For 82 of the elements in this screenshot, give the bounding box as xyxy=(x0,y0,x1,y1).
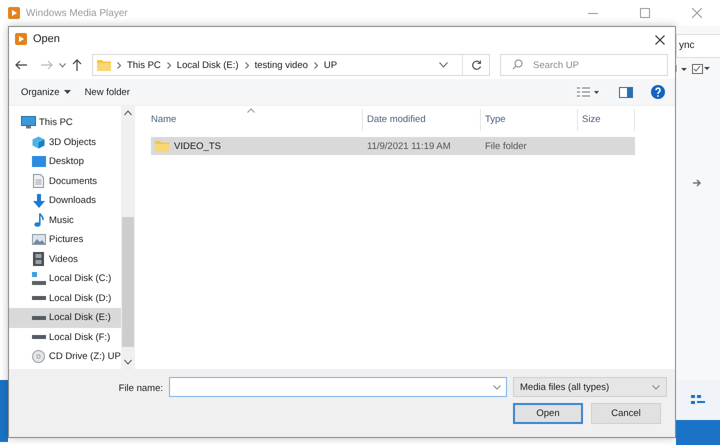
desktop-icon xyxy=(32,156,46,168)
open-button[interactable]: Open xyxy=(513,403,583,424)
drive-icon xyxy=(32,272,46,286)
nav-item[interactable]: This PC xyxy=(9,113,121,132)
nav-item[interactable]: Downloads xyxy=(9,191,121,210)
new-folder-button[interactable]: New folder xyxy=(82,84,132,100)
checkbox-menu-icon[interactable] xyxy=(692,64,710,74)
breadcrumb[interactable]: UP xyxy=(324,60,338,70)
scrollbar-thumb[interactable] xyxy=(122,217,134,347)
film-icon xyxy=(33,252,44,266)
view-options-icon[interactable] xyxy=(577,87,599,97)
refresh-icon[interactable] xyxy=(470,60,482,70)
file-name-field[interactable] xyxy=(169,377,507,397)
close-icon[interactable] xyxy=(692,8,702,18)
disc-icon xyxy=(32,350,45,364)
file-name-label: File name: xyxy=(118,382,163,394)
type-cell-text: File folder xyxy=(484,140,528,152)
list-options-icon[interactable] xyxy=(691,395,705,405)
chevron-down-icon xyxy=(652,384,660,390)
address-bar[interactable]: This PC Local Disk (E:) testing video UP xyxy=(92,54,490,76)
app-icon xyxy=(15,33,27,45)
pictures-icon xyxy=(32,234,46,246)
scroll-down-icon[interactable] xyxy=(124,359,132,365)
document-icon xyxy=(33,174,44,188)
column-header[interactable]: Type xyxy=(481,109,578,131)
nav-item[interactable]: Local Disk (D:) xyxy=(9,288,121,308)
file-name: VIDEO_TS xyxy=(174,140,221,152)
cancel-button[interactable]: Cancel xyxy=(591,403,661,424)
scroll-up-icon[interactable] xyxy=(124,110,132,116)
drive-icon xyxy=(32,316,46,320)
column-header[interactable]: Name xyxy=(151,109,363,131)
nav-item[interactable]: 3D Objects xyxy=(9,132,121,152)
drive-icon xyxy=(32,296,46,300)
back-arrow-icon[interactable] xyxy=(15,60,27,70)
download-icon xyxy=(32,194,44,208)
date-cell-text: 11/9/2021 11:19 AM xyxy=(366,140,452,152)
chevron-right-icon xyxy=(117,62,121,68)
organize-menu[interactable]: Organize xyxy=(19,84,73,100)
minimize-icon[interactable] xyxy=(588,12,598,14)
file-type-dropdown[interactable]: Media files (all types) xyxy=(513,377,667,397)
breadcrumb[interactable]: This PC xyxy=(127,60,161,70)
up-arrow-icon[interactable] xyxy=(72,59,82,71)
cube-icon xyxy=(32,136,45,149)
breadcrumb[interactable]: testing video xyxy=(254,60,308,70)
side-panel xyxy=(0,380,8,442)
folder-icon xyxy=(155,140,169,152)
sync-tab[interactable]: ync xyxy=(676,34,720,58)
computer-icon xyxy=(21,116,36,130)
nav-item[interactable]: Pictures xyxy=(9,230,121,250)
maximize-icon[interactable] xyxy=(640,8,650,18)
sort-caret-icon xyxy=(247,108,255,113)
nav-item[interactable]: CD Drive (Z:) UP xyxy=(9,347,121,366)
window-title: Windows Media Player xyxy=(26,8,129,18)
dialog-title: Open xyxy=(33,33,61,45)
caret-icon[interactable] xyxy=(676,65,688,73)
music-note-icon xyxy=(34,213,44,228)
caret-icon xyxy=(64,90,71,94)
nav-item[interactable]: Music xyxy=(9,210,121,230)
search-field[interactable]: Search UP xyxy=(500,54,668,76)
nav-item[interactable]: Local Disk (E:) xyxy=(9,308,121,328)
chevron-down-icon[interactable] xyxy=(59,62,66,68)
nav-item[interactable]: Documents xyxy=(9,172,121,191)
nav-item[interactable]: Local Disk (F:) xyxy=(9,328,121,347)
nav-item[interactable]: Desktop xyxy=(9,152,121,172)
folder-icon xyxy=(97,58,111,72)
file-row[interactable]: VIDEO_TS 11/9/2021 11:19 AM File folder xyxy=(151,137,635,155)
search-icon xyxy=(512,59,523,70)
chevron-right-icon xyxy=(244,62,249,68)
help-icon[interactable] xyxy=(651,85,665,99)
breadcrumb[interactable]: Local Disk (E:) xyxy=(176,60,239,70)
nav-item[interactable]: Local Disk (C:) xyxy=(9,269,121,288)
chevron-down-icon[interactable] xyxy=(493,385,501,390)
column-header[interactable]: Date modified xyxy=(363,109,481,131)
chevron-right-icon xyxy=(314,62,318,68)
preview-pane-icon[interactable] xyxy=(619,86,633,98)
move-arrow-icon[interactable] xyxy=(693,178,703,188)
chevron-down-icon[interactable] xyxy=(439,62,448,68)
column-header[interactable]: Size xyxy=(578,109,635,131)
drive-icon xyxy=(32,335,46,340)
nav-item[interactable]: Videos xyxy=(9,250,121,269)
app-icon xyxy=(8,7,20,19)
chevron-right-icon xyxy=(166,62,171,68)
